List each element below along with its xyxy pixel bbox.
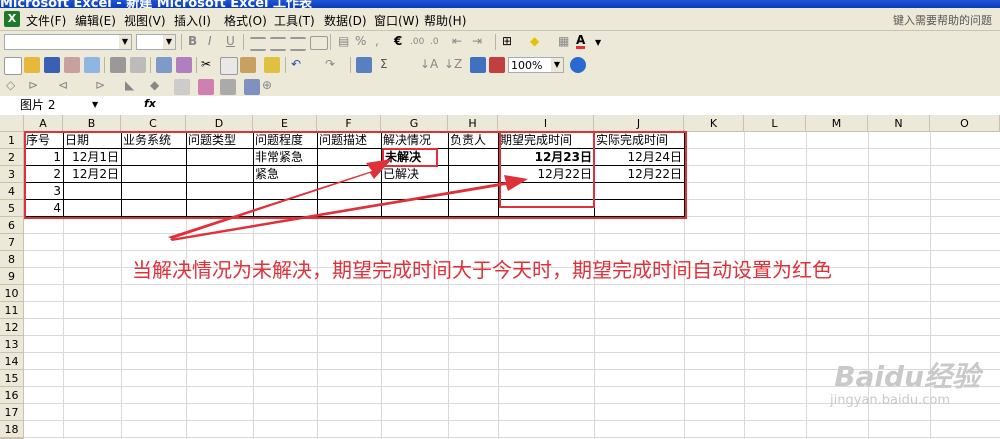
paste-icon[interactable]: [240, 57, 256, 73]
align-center-icon[interactable]: [270, 37, 286, 51]
percent-button[interactable]: %: [355, 34, 366, 48]
undo-icon[interactable]: ↶: [291, 57, 301, 71]
bold-button[interactable]: B: [188, 34, 197, 48]
font-color-icon[interactable]: A: [576, 34, 586, 49]
copy-icon[interactable]: [220, 57, 238, 75]
grid-icon[interactable]: ▦: [558, 34, 569, 48]
help-icon[interactable]: [570, 57, 586, 73]
email-icon[interactable]: [84, 57, 100, 73]
align-right-icon[interactable]: [290, 37, 306, 51]
toolbar-divider: [495, 34, 496, 50]
menu-file[interactable]: 文件(F): [26, 12, 66, 29]
frame-icon[interactable]: [174, 79, 190, 95]
baidu-watermark: Baidu经验: [834, 360, 980, 393]
align-left-icon[interactable]: [250, 37, 266, 51]
autosum-icon[interactable]: Σ: [380, 57, 388, 71]
arrow-to-expected: [170, 175, 528, 241]
toolbar-divider: [243, 34, 244, 50]
connector-icon[interactable]: ⊳: [28, 78, 38, 92]
zoom-glass-icon[interactable]: ⊕: [262, 78, 272, 92]
merge-center-icon[interactable]: [310, 36, 328, 50]
save-icon[interactable]: [44, 57, 60, 73]
toolbar-divider: [350, 57, 351, 73]
name-box-value: 图片 2: [20, 98, 56, 112]
underline-button[interactable]: U: [226, 34, 235, 48]
window-title: Microsoft Excel - 新建 Microsoft Excel 工作表: [0, 0, 313, 8]
fx-label: fx: [144, 97, 156, 110]
menu-view[interactable]: 视图(V): [124, 12, 166, 29]
menu-window[interactable]: 窗口(W): [374, 12, 419, 29]
erase-icon[interactable]: ◣: [125, 78, 134, 92]
fill-color-icon[interactable]: ◆: [530, 34, 539, 48]
flow-icon[interactable]: ⊲: [58, 78, 68, 92]
menu-help[interactable]: 帮助(H): [424, 12, 466, 29]
spelling-icon[interactable]: [156, 57, 172, 73]
open-folder-icon[interactable]: [24, 57, 40, 73]
toolbar-divider: [104, 57, 105, 73]
shape-icon[interactable]: ◇: [6, 78, 15, 92]
new-file-icon[interactable]: [4, 57, 22, 75]
euro-button[interactable]: €: [394, 34, 402, 48]
menu-format[interactable]: 格式(O): [224, 12, 267, 29]
toolbar-divider: [196, 57, 197, 73]
watermark-url: jingyan.baidu.com: [830, 393, 950, 408]
menu-bar: X 文件(F) 编辑(E) 视图(V) 插入(I) 格式(O) 工具(T) 数据…: [0, 8, 1000, 31]
name-box[interactable]: 图片 2 ▼: [0, 97, 100, 113]
help-search-box[interactable]: 键入需要帮助的问题: [893, 12, 992, 28]
picture-icon[interactable]: [244, 79, 260, 95]
picture-toolbar: ◇ ⊳ ⊲ ⊳ ◣ ◆ ⊕: [0, 77, 1000, 97]
diamond-icon[interactable]: ◆: [150, 78, 159, 92]
standard-toolbar: ✂ ↶ ↷ Σ ↓A ↓Z 100% ▼: [0, 54, 1000, 78]
excel-app-icon[interactable]: X: [4, 11, 20, 27]
print-preview-icon[interactable]: [130, 57, 146, 73]
toolbar-divider: [330, 34, 331, 50]
cut-icon[interactable]: ✂: [201, 57, 211, 71]
layout-icon[interactable]: [220, 79, 236, 95]
permission-icon[interactable]: [64, 57, 80, 73]
decrease-decimal-icon[interactable]: .0: [430, 37, 439, 47]
italic-button[interactable]: I: [208, 34, 212, 48]
increase-indent-icon[interactable]: ⇥: [472, 34, 482, 48]
menu-insert[interactable]: 插入(I): [174, 12, 211, 29]
print-icon[interactable]: [110, 57, 126, 73]
zoom-combo[interactable]: 100% ▼: [508, 57, 564, 73]
chevron-down-icon[interactable]: ▼: [595, 38, 601, 47]
menu-edit[interactable]: 编辑(E): [75, 12, 116, 29]
link-icon[interactable]: ⊳: [95, 78, 105, 92]
redo-icon[interactable]: ↷: [325, 57, 335, 71]
toolbar-divider: [285, 57, 286, 73]
font-size-combo[interactable]: ▼: [136, 34, 176, 50]
toolbar-divider: [150, 57, 151, 73]
menu-tools[interactable]: 工具(T): [274, 12, 315, 29]
formula-bar: 图片 2 ▼ fx: [0, 96, 1000, 116]
hyperlink-icon[interactable]: [356, 57, 372, 73]
increase-decimal-icon[interactable]: .00: [410, 37, 424, 47]
chart-wizard-icon[interactable]: [470, 57, 486, 73]
borders-icon[interactable]: ⊞: [502, 34, 512, 48]
title-bar: Microsoft Excel - 新建 Microsoft Excel 工作表: [0, 0, 1000, 8]
arrow-to-status: [168, 159, 392, 239]
chevron-down-icon: ▼: [551, 58, 563, 72]
decrease-indent-icon[interactable]: ⇤: [452, 34, 462, 48]
font-name-combo[interactable]: ▼: [4, 34, 132, 50]
table-icon[interactable]: [198, 79, 214, 95]
chevron-down-icon: ▼: [163, 35, 175, 49]
chevron-down-icon: ▼: [119, 35, 131, 49]
formatting-toolbar: ▼ ▼ B I U ▤ % , € .00 .0 ⇤ ⇥ ⊞ ◆ ▦ A ▼: [0, 31, 1000, 55]
research-icon[interactable]: [176, 57, 192, 73]
menu-data[interactable]: 数据(D): [324, 12, 367, 29]
sort-descending-icon[interactable]: ↓Z: [444, 57, 462, 71]
annotation-text: 当解决情况为未解决，期望完成时间大于今天时，期望完成时间自动设置为红色: [132, 258, 832, 282]
currency-icon[interactable]: ▤: [338, 34, 349, 48]
chevron-down-icon[interactable]: ▼: [92, 97, 98, 113]
drawing-icon[interactable]: [489, 57, 505, 73]
toolbar-divider: [181, 34, 182, 50]
zoom-value: 100%: [511, 59, 543, 72]
sort-ascending-icon[interactable]: ↓A: [420, 57, 438, 71]
format-painter-icon[interactable]: [264, 57, 280, 73]
comma-button[interactable]: ,: [375, 34, 379, 48]
